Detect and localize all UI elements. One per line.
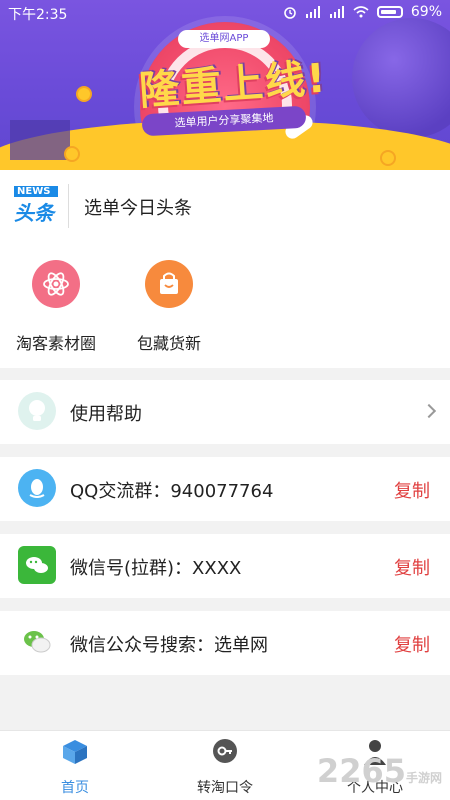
news-logo: NEWS 头条 bbox=[14, 186, 62, 226]
divider bbox=[68, 184, 69, 228]
atom-icon bbox=[32, 260, 80, 308]
app-chip: 选单网APP bbox=[178, 30, 270, 48]
row-label: 微信号(拉群)：XXXX bbox=[70, 558, 242, 579]
home-box-icon bbox=[63, 740, 87, 764]
nav-home[interactable]: 首页 bbox=[0, 737, 150, 797]
wechat-official-row: 微信公众号搜索：选单网 复制 bbox=[0, 611, 450, 675]
row-label: 使用帮助 bbox=[70, 404, 142, 425]
signal-icon bbox=[305, 6, 320, 18]
nav-tao-password[interactable]: 转淘口令 bbox=[150, 737, 300, 797]
shopping-bag-icon bbox=[145, 260, 193, 308]
nav-label: 转淘口令 bbox=[197, 780, 253, 796]
coin-icon bbox=[76, 86, 92, 102]
wechat-row: 微信号(拉群)：XXXX 复制 bbox=[0, 534, 450, 598]
banner-headline: 隆重上线! bbox=[137, 55, 329, 115]
qq-group-row: QQ交流群：940077764 复制 bbox=[0, 457, 450, 521]
wechat-official-icon bbox=[18, 623, 56, 661]
shortcut-label: 淘客素材圈 bbox=[15, 334, 96, 353]
key-bubble-icon bbox=[213, 739, 237, 763]
watermark: 2265手游网 bbox=[316, 752, 442, 790]
shortcut-taoke-material[interactable]: 淘客素材圈 bbox=[1, 260, 111, 354]
alarm-icon bbox=[284, 7, 296, 19]
status-bar: 下午2:35 69% bbox=[0, 0, 450, 26]
copy-button[interactable]: 复制 bbox=[394, 631, 430, 657]
nav-label: 首页 bbox=[61, 780, 89, 796]
qq-icon bbox=[18, 469, 56, 507]
planet-graphic bbox=[352, 18, 450, 138]
copy-button[interactable]: 复制 bbox=[394, 554, 430, 580]
news-title: 选单今日头条 bbox=[84, 198, 192, 219]
shortcut-baocang[interactable]: 包藏货新 bbox=[114, 260, 224, 354]
shortcut-grid: 淘客素材圈 包藏货新 bbox=[0, 242, 450, 368]
row-label: 微信公众号搜索：选单网 bbox=[70, 635, 268, 656]
lightbulb-icon bbox=[18, 392, 56, 430]
coin-icon bbox=[380, 150, 396, 166]
battery-icon bbox=[376, 6, 403, 18]
wifi-icon bbox=[353, 6, 369, 18]
news-headline-row[interactable]: NEWS 头条 选单今日头条 bbox=[0, 170, 450, 242]
wechat-icon bbox=[18, 546, 56, 584]
battery-percent: 69% bbox=[410, 4, 442, 20]
signal-icon bbox=[329, 6, 344, 18]
status-time: 下午2:35 bbox=[8, 7, 68, 23]
city-graphic bbox=[10, 120, 70, 160]
promo-banner[interactable]: 选单网APP 隆重上线! 选单用户分享聚集地 下午2:35 69% bbox=[0, 0, 450, 170]
row-label: QQ交流群：940077764 bbox=[70, 481, 274, 502]
shortcut-label: 包藏货新 bbox=[136, 334, 201, 353]
copy-button[interactable]: 复制 bbox=[394, 477, 430, 503]
help-row[interactable]: 使用帮助 bbox=[0, 380, 450, 444]
coin-icon bbox=[64, 146, 80, 162]
chevron-right-icon bbox=[421, 403, 437, 419]
